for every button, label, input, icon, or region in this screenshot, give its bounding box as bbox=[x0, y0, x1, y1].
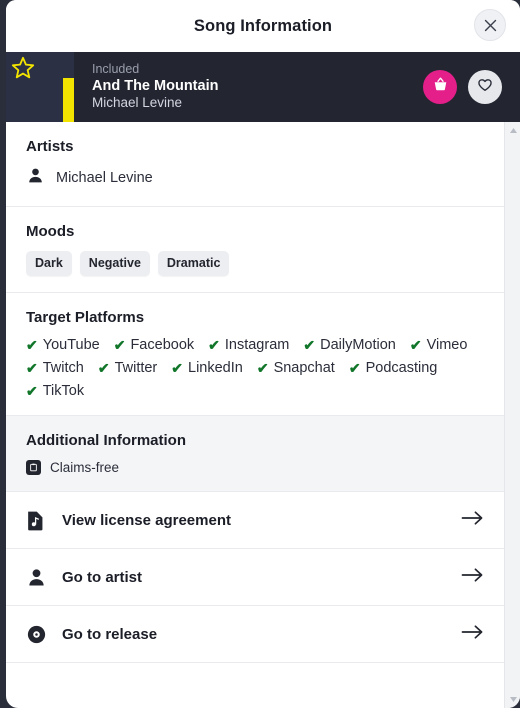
person-icon bbox=[26, 567, 52, 588]
check-icon: ✔ bbox=[208, 337, 220, 353]
additional-information-section: Additional Information Claims-free bbox=[6, 416, 504, 492]
check-icon: ✔ bbox=[171, 360, 183, 376]
song-information-dialog: Song Information Included And The Mounta… bbox=[6, 0, 520, 708]
arrow-right-icon bbox=[461, 510, 484, 531]
close-button[interactable] bbox=[474, 9, 506, 41]
heart-icon bbox=[476, 76, 494, 99]
platform-label: Instagram bbox=[224, 337, 290, 353]
platform-label: LinkedIn bbox=[188, 360, 243, 376]
now-playing-actions bbox=[423, 70, 520, 104]
platform-label: Facebook bbox=[130, 337, 195, 353]
basket-icon bbox=[432, 76, 449, 98]
album-art bbox=[6, 52, 74, 122]
target-platforms-heading: Target Platforms bbox=[26, 309, 145, 326]
close-icon bbox=[484, 19, 497, 32]
check-icon: ✔ bbox=[409, 337, 422, 353]
dialog-body: Artists Michael Levine Moods Dark Negati… bbox=[6, 122, 520, 708]
platform-item: ✔ Snapchat bbox=[257, 360, 335, 376]
platform-label: Twitch bbox=[42, 360, 84, 376]
check-icon: ✔ bbox=[26, 383, 38, 399]
add-to-cart-button[interactable] bbox=[423, 70, 457, 104]
license-document-icon bbox=[26, 510, 52, 531]
platform-item: ✔ TikTok bbox=[26, 383, 84, 399]
platform-label: Vimeo bbox=[426, 337, 468, 353]
platform-item: ✔ Instagram bbox=[208, 337, 289, 353]
platform-label: Twitter bbox=[114, 360, 158, 376]
mood-chip[interactable]: Dark bbox=[26, 251, 72, 276]
arrow-right-icon bbox=[461, 624, 484, 645]
platform-item: ✔ Vimeo bbox=[410, 337, 468, 353]
additional-information-item: Claims-free bbox=[26, 460, 484, 475]
dialog-title: Song Information bbox=[193, 16, 333, 35]
album-art-accent-band bbox=[63, 78, 74, 122]
scrollbar-thumb[interactable] bbox=[507, 140, 519, 260]
vertical-scrollbar[interactable] bbox=[504, 122, 520, 708]
platform-item: ✔ LinkedIn bbox=[171, 360, 243, 376]
scroll-down-arrow-icon[interactable] bbox=[505, 691, 520, 708]
claims-free-badge-icon bbox=[26, 460, 41, 475]
check-icon: ✔ bbox=[348, 360, 361, 376]
target-platforms-section: Target Platforms ✔ YouTube ✔ Facebook ✔ Ins… bbox=[6, 293, 504, 416]
platform-label: Snapchat bbox=[273, 360, 335, 376]
mood-chip[interactable]: Negative bbox=[79, 251, 150, 276]
dialog-titlebar: Song Information bbox=[6, 0, 520, 52]
action-row-go-to-artist[interactable]: Go to artist bbox=[6, 549, 504, 606]
scroll-up-arrow-icon[interactable] bbox=[505, 122, 520, 139]
check-icon: ✔ bbox=[26, 360, 38, 376]
check-icon: ✔ bbox=[97, 360, 110, 376]
moods-heading: Moods bbox=[26, 223, 75, 240]
action-label: Go to release bbox=[62, 625, 158, 643]
star-icon bbox=[10, 55, 36, 86]
check-icon: ✔ bbox=[26, 337, 38, 353]
check-icon: ✔ bbox=[113, 337, 126, 353]
additional-information-heading: Additional Information bbox=[26, 432, 186, 449]
action-label: Go to artist bbox=[62, 568, 143, 586]
platform-label: DailyMotion bbox=[320, 337, 396, 353]
platform-item: ✔ Podcasting bbox=[349, 360, 437, 376]
platform-item: ✔ Twitch bbox=[26, 360, 84, 376]
platform-list: ✔ YouTube ✔ Facebook ✔ Instagram ✔ DailyMoti… bbox=[26, 337, 484, 399]
like-button[interactable] bbox=[468, 70, 502, 104]
vinyl-record-icon bbox=[26, 624, 52, 645]
action-row-view-license-agreement[interactable]: View license agreement bbox=[6, 492, 504, 549]
artists-section: Artists Michael Levine bbox=[6, 122, 504, 207]
platform-item: ✔ Facebook bbox=[114, 337, 194, 353]
action-row-go-to-release[interactable]: Go to release bbox=[6, 606, 504, 663]
included-badge: Included bbox=[92, 62, 140, 77]
artist-name: Michael Levine bbox=[56, 170, 153, 186]
platform-label: Podcasting bbox=[365, 360, 438, 376]
platform-label: TikTok bbox=[42, 383, 85, 399]
artists-heading: Artists bbox=[26, 138, 74, 155]
page-backdrop: Song Information Included And The Mounta… bbox=[0, 0, 520, 708]
mood-chip[interactable]: Dramatic bbox=[157, 251, 230, 276]
action-label: View license agreement bbox=[62, 511, 231, 529]
artist-item[interactable]: Michael Levine bbox=[26, 166, 484, 190]
platform-item: ✔ Twitter bbox=[98, 360, 157, 376]
check-icon: ✔ bbox=[303, 337, 316, 353]
additional-information-label: Claims-free bbox=[50, 460, 120, 475]
now-playing-meta: Included And The Mountain Michael Levine bbox=[74, 62, 423, 111]
arrow-right-icon bbox=[461, 567, 484, 588]
platform-label: YouTube bbox=[42, 337, 100, 353]
moods-section: Moods Dark Negative Dramatic bbox=[6, 207, 504, 293]
platform-item: ✔ DailyMotion bbox=[303, 337, 395, 353]
platform-item: ✔ YouTube bbox=[26, 337, 100, 353]
track-title: And The Mountain bbox=[92, 77, 219, 94]
person-icon bbox=[26, 166, 45, 190]
check-icon: ✔ bbox=[256, 360, 269, 376]
scroll-content: Artists Michael Levine Moods Dark Negati… bbox=[6, 122, 504, 708]
track-artist: Michael Levine bbox=[92, 95, 183, 111]
mood-chip-list: Dark Negative Dramatic bbox=[26, 251, 484, 276]
now-playing-strip: Included And The Mountain Michael Levine bbox=[6, 52, 520, 122]
